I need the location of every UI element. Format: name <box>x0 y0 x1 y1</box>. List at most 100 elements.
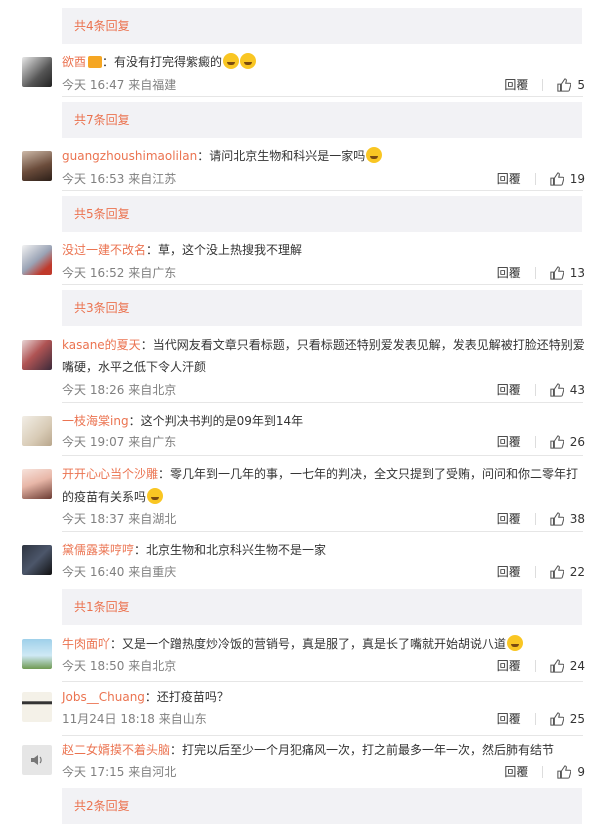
comment-username[interactable]: 开开心心当个沙雕 <box>62 467 158 481</box>
divider <box>534 660 536 672</box>
crying-emoji-icon <box>240 53 257 69</box>
divider <box>534 713 536 725</box>
thumbs-up-icon[interactable] <box>557 765 572 779</box>
avatar[interactable] <box>22 639 52 669</box>
comment-text: ：草，这个没上热搜我不理解 <box>146 243 303 257</box>
thumbs-up-emoji-icon <box>507 635 524 651</box>
comment-meta: 今天 18:50 来自北京 <box>62 659 177 673</box>
thumbs-up-icon[interactable] <box>550 659 564 673</box>
divider <box>62 735 583 736</box>
crying-emoji-icon <box>366 147 383 163</box>
like-count: 38 <box>569 512 585 526</box>
comment-text: ：这个判决书判的是09年到14年 <box>128 414 304 428</box>
comment-meta: 今天 16:53 来自江苏 <box>62 172 177 186</box>
more-replies-link[interactable]: 共1条回复 <box>62 589 582 625</box>
comment-text: ：有没有打完得紫癜的 <box>102 55 223 69</box>
divider <box>62 190 583 191</box>
thumbs-up-icon[interactable] <box>550 435 564 449</box>
thumbs-up-icon[interactable] <box>550 512 564 526</box>
like-count: 26 <box>569 435 585 449</box>
avatar[interactable] <box>22 545 52 575</box>
speaker-icon <box>31 755 42 765</box>
like-count: 5 <box>577 78 585 92</box>
reply-button[interactable]: 回覆 <box>497 511 521 527</box>
comment-username[interactable]: 赵二女婿摸不着头脑 <box>62 743 170 757</box>
divider <box>534 436 536 448</box>
comment-text: ：零几年到一几年的事，一七年的判决，全文只提到了受贿，问问和你二零年打 <box>158 467 579 481</box>
comment-meta: 今天 19:07 来自广东 <box>62 435 177 449</box>
badge-icon <box>88 56 103 68</box>
comment-text: ：打完以后至少一个月犯痛风一次，打之前最多一年一次，然后肺有结节 <box>170 743 555 757</box>
avatar[interactable] <box>22 692 52 722</box>
reply-button[interactable]: 回覆 <box>497 382 521 398</box>
thumbs-up-icon[interactable] <box>550 383 564 397</box>
more-replies-link[interactable]: 共3条回复 <box>62 290 582 326</box>
comment-username[interactable]: 一枝海棠ing <box>62 414 129 428</box>
reply-button[interactable]: 回覆 <box>504 764 528 780</box>
avatar[interactable] <box>22 416 52 446</box>
comment-meta: 今天 18:37 来自湖北 <box>62 512 177 526</box>
reply-button[interactable]: 回覆 <box>497 564 521 580</box>
divider <box>534 513 536 525</box>
more-replies-link[interactable]: 共4条回复 <box>62 8 582 44</box>
avatar[interactable] <box>22 245 52 275</box>
reply-button[interactable]: 回覆 <box>504 77 528 93</box>
divider <box>534 173 536 185</box>
like-count: 24 <box>569 659 585 673</box>
reply-button[interactable]: 回覆 <box>497 434 521 450</box>
reply-button[interactable]: 回覆 <box>497 171 521 187</box>
comment-meta: 今天 18:26 来自北京 <box>62 383 177 397</box>
comment-meta: 今天 17:15 来自河北 <box>62 765 177 779</box>
divider <box>62 681 583 682</box>
sweat-emoji-icon <box>147 488 164 504</box>
avatar[interactable] <box>22 57 52 87</box>
thumbs-up-icon[interactable] <box>557 78 572 92</box>
divider <box>62 402 583 403</box>
divider <box>534 267 536 279</box>
thumbs-up-icon[interactable] <box>550 712 564 726</box>
avatar[interactable] <box>22 745 52 775</box>
crying-emoji-icon <box>223 53 240 69</box>
comment-text: ：请问北京生物和科兴是一家吗 <box>197 149 366 163</box>
like-count: 13 <box>569 266 585 280</box>
like-count: 43 <box>569 383 585 397</box>
avatar[interactable] <box>22 151 52 181</box>
divider <box>62 531 583 532</box>
like-count: 22 <box>569 565 585 579</box>
comment-text: ：当代网友看文章只看标题，只看标题还特别爱发表见解，发表见解被打脸还特别爱 <box>140 338 585 352</box>
comment-meta: 11月24日 18:18 来自山东 <box>62 712 207 726</box>
thumbs-up-icon[interactable] <box>550 266 564 280</box>
thumbs-up-icon[interactable] <box>550 565 564 579</box>
comment-text-continued: 的疫苗有关系吗 <box>62 490 147 504</box>
comment-username[interactable]: kasane的夏天 <box>62 338 141 352</box>
thumbs-up-icon[interactable] <box>550 172 564 186</box>
comment-username[interactable]: guangzhoushimaolilan <box>62 149 197 163</box>
divider <box>62 284 583 285</box>
reply-button[interactable]: 回覆 <box>497 658 521 674</box>
comment-username[interactable]: Jobs__Chuang <box>62 690 145 704</box>
comment-username[interactable]: 欲酉 <box>62 55 86 69</box>
more-replies-link[interactable]: 共5条回复 <box>62 196 582 232</box>
comment-meta: 今天 16:52 来自广东 <box>62 266 177 280</box>
like-count: 19 <box>569 172 585 186</box>
reply-button[interactable]: 回覆 <box>497 711 521 727</box>
divider <box>62 455 583 456</box>
divider <box>534 566 536 578</box>
more-replies-link[interactable]: 共7条回复 <box>62 102 582 138</box>
avatar[interactable] <box>22 340 52 370</box>
comment-text: ：还打疫苗吗？ <box>144 690 229 704</box>
more-replies-link[interactable]: 共2条回复 <box>62 788 582 824</box>
divider <box>542 766 544 778</box>
divider <box>534 384 536 396</box>
comment-text: ：又是一个蹭热度炒冷饭的营销号，真是服了，真是长了嘴就开始胡说八道 <box>110 637 507 651</box>
comment-username[interactable]: 牛肉面吖 <box>62 637 110 651</box>
divider <box>542 79 544 91</box>
avatar[interactable] <box>22 469 52 499</box>
comment-username[interactable]: 没过一建不改名 <box>62 243 146 257</box>
like-count: 9 <box>577 765 585 779</box>
comment-meta: 今天 16:40 来自重庆 <box>62 565 177 579</box>
like-count: 25 <box>569 712 585 726</box>
comment-username[interactable]: 黛儒露莱哼哼 <box>62 543 134 557</box>
comment-meta: 今天 16:47 来自福建 <box>62 78 177 92</box>
reply-button[interactable]: 回覆 <box>497 265 521 281</box>
